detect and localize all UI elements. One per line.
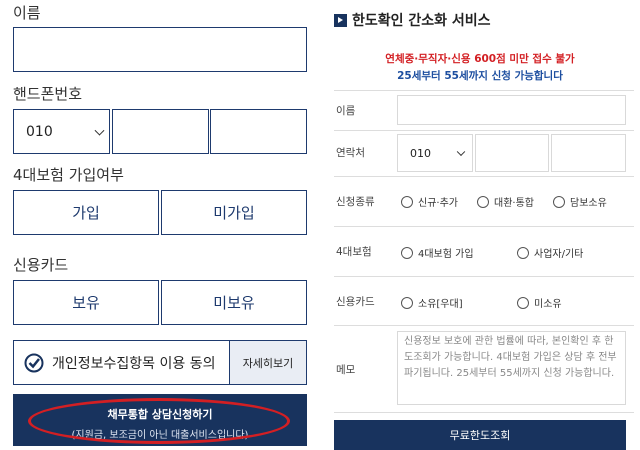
- name-input[interactable]: [13, 27, 307, 72]
- contact-prefix-select[interactable]: 010: [397, 134, 473, 172]
- memo-textarea[interactable]: 신용정보 보호에 관한 법률에 따라, 본인확인 후 한도조회가 가능합니다. …: [397, 331, 626, 405]
- card-yes-button[interactable]: 보유: [13, 280, 159, 325]
- phone-middle-input[interactable]: [112, 109, 209, 154]
- play-icon: [334, 13, 347, 27]
- row-divider: [334, 130, 634, 131]
- phone-last-input[interactable]: [210, 109, 307, 154]
- type-label: 신청종류: [336, 196, 375, 208]
- card-option-own[interactable]: 소유[우대]: [401, 295, 463, 310]
- contact-last-input[interactable]: [551, 134, 626, 172]
- chevron-down-icon: [456, 147, 466, 157]
- contact-prefix-value: 010: [410, 146, 431, 160]
- consent-box: 개인정보수집항목 이용 동의 자세히보기: [13, 340, 307, 385]
- radio-circle-icon: [401, 195, 413, 208]
- memo-label: 메모: [336, 364, 356, 376]
- row-divider: [334, 325, 634, 326]
- insurance-no-button[interactable]: 미가입: [161, 190, 307, 235]
- name-label: 이름: [13, 4, 41, 22]
- insurance-label: 4대보험 가입여부: [13, 166, 124, 184]
- ins-option-enrolled[interactable]: 4대보험 가입: [401, 245, 474, 260]
- row-divider: [334, 276, 634, 277]
- card-option-none[interactable]: 미소유: [517, 295, 562, 310]
- radio-circle-icon: [477, 195, 489, 208]
- insurance-yes-button[interactable]: 가입: [13, 190, 159, 235]
- free-limit-check-button[interactable]: 무료한도조회: [334, 420, 626, 450]
- card-label: 신용카드: [13, 256, 69, 274]
- row-divider: [334, 412, 634, 413]
- phone-prefix-select[interactable]: 010: [13, 109, 110, 154]
- warning-line-1: 연체중·무직자·신용 600점 미만 접수 불가: [385, 53, 575, 65]
- phone-prefix-value: 010: [26, 123, 53, 140]
- ins-label: 4대보험: [336, 246, 372, 258]
- radio-circle-icon: [553, 195, 565, 208]
- panel-title: 한도확인 간소화 서비스: [334, 10, 491, 30]
- row-divider: [334, 226, 634, 227]
- radio-circle-icon: [517, 296, 529, 309]
- chevron-down-icon: [94, 125, 105, 136]
- check-circle-icon: [24, 353, 44, 372]
- radio-circle-icon: [401, 246, 413, 259]
- row-divider: [334, 90, 634, 91]
- ins-option-business[interactable]: 사업자/기타: [517, 245, 583, 260]
- type-option-refinance[interactable]: 대환·통합: [477, 194, 534, 209]
- card-no-button[interactable]: 미보유: [161, 280, 307, 325]
- radio-circle-icon: [401, 296, 413, 309]
- warning-line-2: 25세부터 55세까지 신청 가능합니다: [397, 70, 563, 82]
- highlight-ring: [28, 398, 290, 444]
- consent-checkbox[interactable]: 개인정보수집항목 이용 동의: [14, 341, 229, 384]
- consent-detail-button[interactable]: 자세히보기: [229, 341, 306, 384]
- right-card-label: 신용카드: [336, 296, 375, 308]
- type-option-new[interactable]: 신규·추가: [401, 194, 458, 209]
- type-option-collateral[interactable]: 담보소유: [553, 194, 607, 209]
- radio-circle-icon: [517, 246, 529, 259]
- contact-middle-input[interactable]: [475, 134, 549, 172]
- left-form: 이름 핸드폰번호 010 4대보험 가입여부 가입 미가입 신용카드 보유 미보…: [0, 0, 320, 450]
- contact-label: 연락처: [336, 147, 365, 159]
- consent-text: 개인정보수집항목 이용 동의: [52, 355, 216, 372]
- right-name-label: 이름: [336, 105, 356, 117]
- row-divider: [334, 176, 634, 177]
- phone-label: 핸드폰번호: [13, 85, 83, 103]
- right-name-input[interactable]: [397, 95, 626, 125]
